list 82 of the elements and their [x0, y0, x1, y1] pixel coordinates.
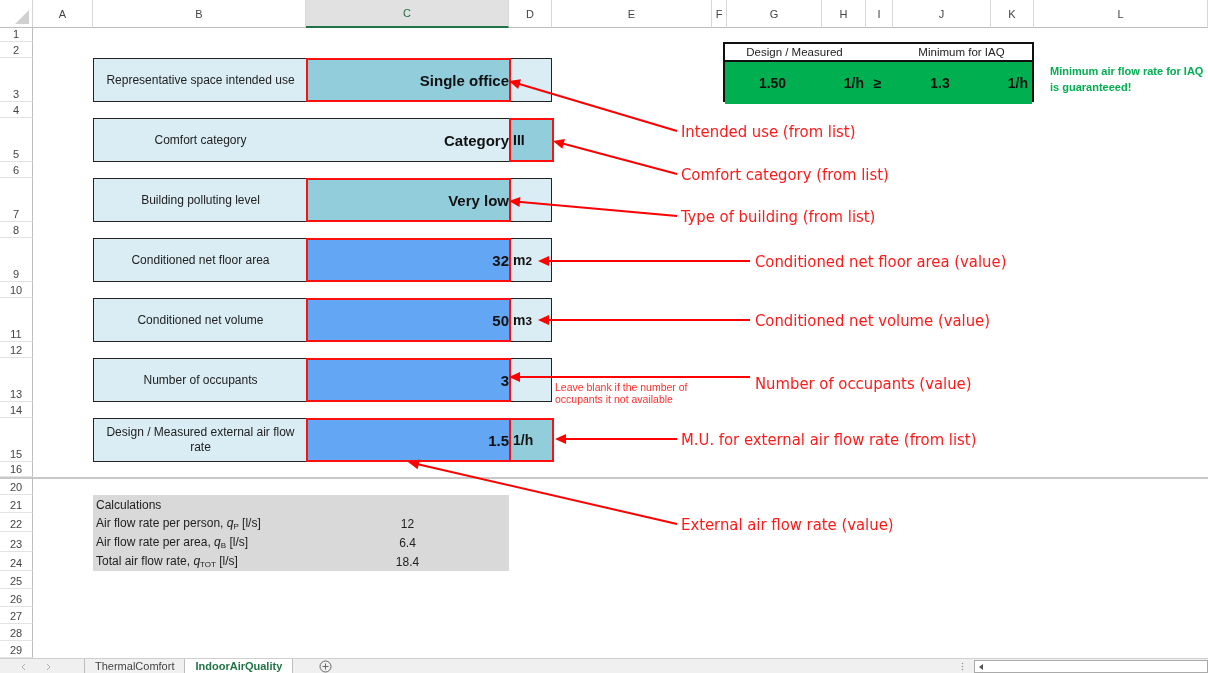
field-label: Building polluting level: [140, 192, 261, 208]
column-header[interactable]: B: [93, 0, 306, 28]
column-header[interactable]: J: [893, 0, 991, 28]
row-header[interactable]: 27: [0, 607, 33, 624]
row-header[interactable]: 1: [0, 28, 33, 42]
field-label: Conditioned net volume: [136, 312, 265, 328]
row-header[interactable]: 25: [0, 571, 33, 589]
row-header[interactable]: 4: [0, 102, 33, 118]
select-all-icon[interactable]: [15, 10, 29, 24]
annotation-label: Comfort category (from list): [681, 164, 889, 184]
field-label: Number of occupants: [142, 372, 259, 388]
annotation-label: Conditioned net volume (value): [755, 310, 991, 330]
result-value: 1.3: [930, 75, 950, 91]
column-header[interactable]: D: [509, 0, 552, 28]
row-header[interactable]: 10: [0, 282, 33, 298]
field-label: Conditioned net floor area: [130, 252, 271, 268]
unit-cell[interactable]: 1/h: [510, 419, 553, 461]
row-header[interactable]: 22: [0, 513, 33, 532]
annotation-label: M.U. for external air flow rate (from list): [681, 429, 977, 449]
status-message: Minimum air flow rate for IAQ is guaranteeed!: [1049, 64, 1205, 95]
field-label: Comfort category: [153, 132, 248, 148]
column-header[interactable]: L: [1034, 0, 1208, 28]
unit-cell[interactable]: III: [510, 119, 553, 161]
column-header[interactable]: G: [727, 0, 822, 28]
value-cell[interactable]: 3: [307, 359, 510, 401]
row-header[interactable]: 9: [0, 238, 33, 282]
row-header[interactable]: 6: [0, 162, 33, 178]
calc-value: 18.4: [394, 554, 421, 569]
row-header[interactable]: 14: [0, 402, 33, 418]
row-header[interactable]: 24: [0, 552, 33, 571]
field-label: Design / Measured external air flow rate: [105, 425, 296, 455]
column-header[interactable]: I: [866, 0, 893, 28]
next-sheet-icon[interactable]: [46, 662, 52, 671]
row-header[interactable]: 23: [0, 532, 33, 552]
row-header[interactable]: 3: [0, 58, 33, 102]
column-header[interactable]: F: [712, 0, 727, 28]
column-header[interactable]: C: [306, 0, 509, 28]
row-header[interactable]: 15: [0, 418, 33, 462]
horizontal-scrollbar[interactable]: [974, 660, 1208, 673]
column-header[interactable]: E: [552, 0, 712, 28]
row-header[interactable]: 21: [0, 495, 33, 513]
row-header[interactable]: 28: [0, 624, 33, 641]
result-unit: 1/h: [843, 75, 864, 91]
calc-value: 12: [399, 516, 416, 531]
column-header[interactable]: A: [33, 0, 93, 28]
calc-value: 6.4: [398, 535, 417, 550]
annotation-label: Type of building (from list): [681, 206, 876, 226]
section-title: Calculations: [95, 497, 163, 512]
row-header[interactable]: 5: [0, 118, 33, 162]
add-sheet-icon[interactable]: [319, 660, 333, 673]
row-header[interactable]: 13: [0, 358, 33, 402]
annotation-label: Number of occupants (value): [755, 373, 972, 393]
previous-sheet-icon[interactable]: [20, 662, 26, 671]
calc-label: Air flow rate per area, q$_{B}$ [l/s]: [95, 535, 250, 550]
calc-label: Air flow rate per person, q$_{P}$ [l/s]: [95, 516, 262, 531]
result-value: 1.50: [758, 75, 787, 91]
hint-note: Leave blank if the number of occupants it not available: [555, 381, 689, 405]
sheet-tab[interactable]: IndoorAirQuality: [184, 659, 294, 673]
comparison-sign: ≥: [873, 75, 882, 91]
value-cell[interactable]: 1.5: [307, 419, 510, 461]
value-cell[interactable]: 32: [307, 239, 510, 281]
field-label: Representative space intended use: [105, 72, 296, 88]
row-header[interactable]: 8: [0, 222, 33, 238]
column-header[interactable]: H: [822, 0, 866, 28]
row-header[interactable]: 26: [0, 589, 33, 607]
value-cell[interactable]: 50: [307, 299, 510, 341]
row-header[interactable]: 12: [0, 342, 33, 358]
value-cell[interactable]: Single office: [307, 59, 510, 101]
calc-label: Total air flow rate, q$_{TOT}$ [l/s]: [95, 554, 239, 569]
annotation-label: Conditioned net floor area (value): [755, 251, 1007, 271]
annotation-label: External air flow rate (value): [681, 514, 894, 534]
row-header[interactable]: 2: [0, 42, 33, 58]
value-cell[interactable]: Very low: [307, 179, 510, 221]
column-label: Design / Measured: [745, 46, 844, 58]
annotation-label: Intended use (from list): [681, 121, 856, 141]
row-header[interactable]: 7: [0, 178, 33, 222]
column-label: Minimum for IAQ: [917, 46, 1006, 58]
row-header[interactable]: 11: [0, 298, 33, 342]
column-header[interactable]: K: [991, 0, 1034, 28]
scroll-left-icon[interactable]: [977, 661, 985, 672]
result-unit: 1/h: [1007, 75, 1028, 91]
value-cell[interactable]: Category: [307, 119, 510, 161]
